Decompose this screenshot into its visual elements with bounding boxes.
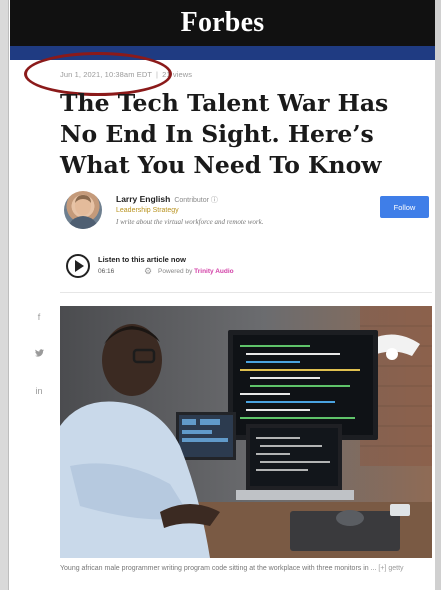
author-block: Larry English Contributor ⓘ Leadership St… <box>64 191 434 241</box>
left-window-border <box>8 0 9 590</box>
author-bio: I write about the virtual workforce and … <box>116 218 264 226</box>
listen-label: Listen to this article now <box>98 255 186 264</box>
gear-icon[interactable]: ⚙ <box>144 267 152 276</box>
image-caption: Young african male programmer writing pr… <box>60 565 377 572</box>
image-caption-block: Young african male programmer writing pr… <box>60 563 430 575</box>
author-channel[interactable]: Leadership Strategy <box>116 207 179 214</box>
powered-by-prefix: Powered by <box>158 268 193 275</box>
author-name[interactable]: Larry English <box>116 194 170 204</box>
linkedin-icon[interactable]: in <box>32 386 46 423</box>
trinity-audio-link[interactable]: Trinity Audio <box>194 268 233 275</box>
forbes-logo[interactable]: Forbes <box>181 7 265 39</box>
play-icon[interactable] <box>66 254 90 278</box>
caption-credit: getty <box>388 565 404 572</box>
social-share-bar: f in <box>32 312 46 423</box>
facebook-icon[interactable]: f <box>32 312 46 349</box>
follow-button[interactable]: Follow <box>380 196 429 218</box>
article-title: The Tech Talent War Has No End In Sight.… <box>60 89 389 179</box>
author-name-line: Larry English Contributor ⓘ <box>116 194 218 205</box>
caption-expand-link[interactable]: [+] <box>378 565 386 572</box>
audio-duration: 06:16 <box>98 268 115 275</box>
site-header: Forbes <box>10 0 435 46</box>
hero-image-illustration <box>60 306 432 558</box>
author-role: Contributor ⓘ <box>174 197 218 204</box>
author-avatar[interactable] <box>64 191 102 229</box>
left-window-edge <box>0 0 8 590</box>
audio-player: Listen to this article now 06:16 ⚙ Power… <box>66 254 366 284</box>
hero-image <box>60 306 432 558</box>
powered-by: Powered by Trinity Audio <box>158 268 234 275</box>
right-window-edge <box>435 0 441 590</box>
twitter-icon[interactable] <box>32 349 46 386</box>
section-divider <box>60 292 432 293</box>
